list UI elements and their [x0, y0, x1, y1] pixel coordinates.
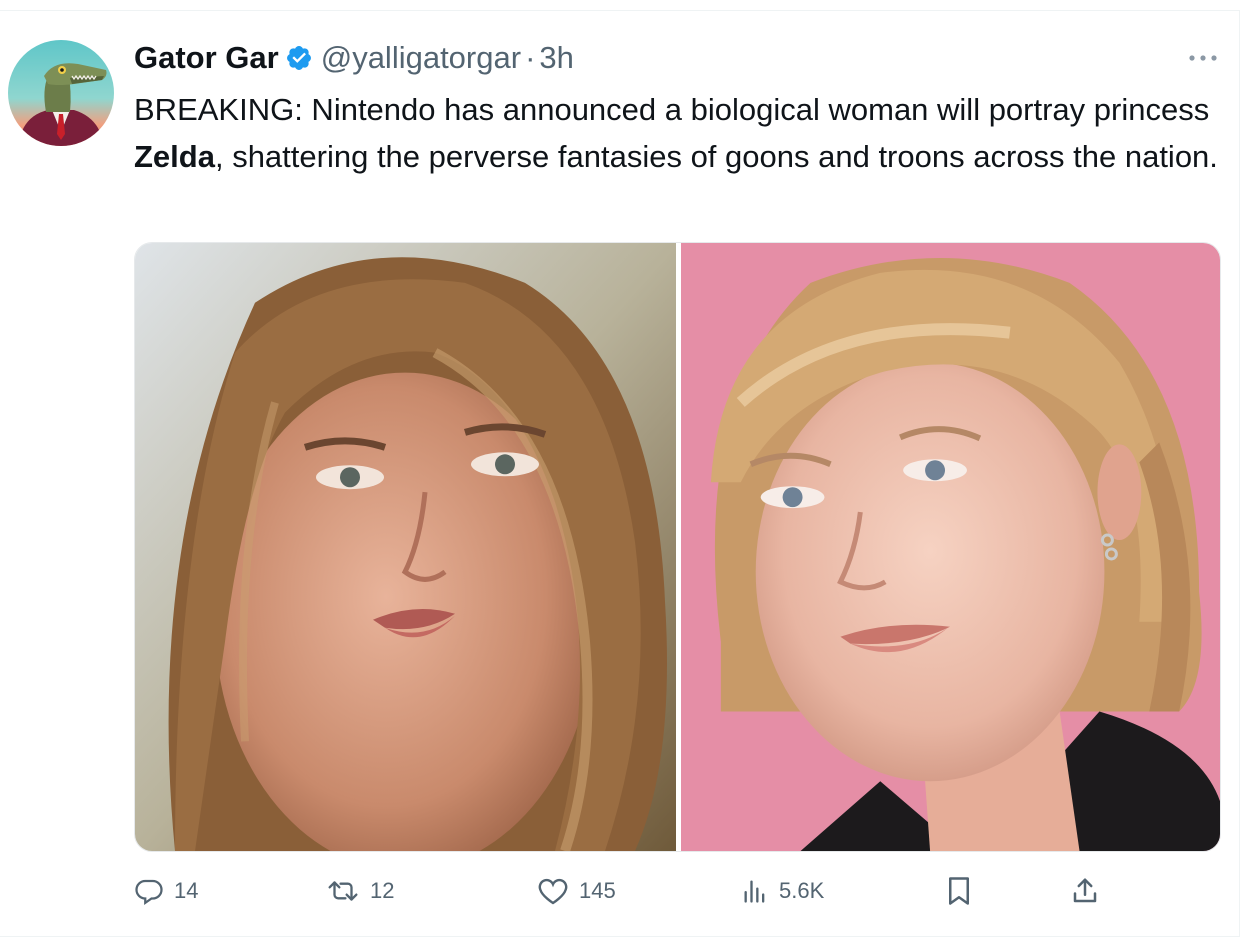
photo-right[interactable] [681, 243, 1220, 851]
tweet-actions: 14 12 145 5.6K [0, 866, 1251, 916]
reply-icon [134, 876, 164, 906]
tweet-text-part1: BREAKING: Nintendo has announced a biolo… [134, 92, 1210, 127]
author-display-name[interactable]: Gator Gar [134, 40, 279, 76]
verified-badge-icon[interactable] [285, 44, 313, 72]
repost-count: 12 [370, 878, 395, 903]
alligator-in-suit-avatar-icon [8, 40, 114, 146]
repost-button[interactable]: 12 [326, 866, 394, 916]
right-divider [1239, 10, 1240, 937]
media-grid [134, 242, 1221, 852]
views-count: 5.6K [779, 878, 825, 903]
tweet-text-part2: , shattering the perverse fantasies of g… [214, 139, 1218, 174]
repost-icon [326, 876, 360, 906]
share-button[interactable] [1070, 866, 1100, 916]
top-divider [0, 10, 1240, 11]
author-handle[interactable]: @yalligatorgar [321, 40, 521, 76]
photo-left[interactable] [135, 243, 676, 851]
author-avatar[interactable] [8, 40, 114, 146]
more-options-icon[interactable] [1183, 44, 1223, 72]
reply-count: 14 [174, 878, 199, 903]
header-separator: · [525, 40, 536, 75]
portrait-photo-icon [135, 243, 676, 851]
tweet-text: BREAKING: Nintendo has announced a biolo… [134, 86, 1224, 180]
portrait-photo-icon [681, 243, 1220, 851]
tweet-text-bold: Zelda [134, 139, 215, 174]
bookmark-button[interactable] [946, 866, 972, 916]
like-count: 145 [579, 878, 616, 903]
share-icon [1070, 876, 1100, 906]
bottom-divider [0, 936, 1240, 937]
bookmark-icon [946, 876, 972, 906]
like-button[interactable]: 145 [537, 866, 616, 916]
tweet-timestamp[interactable]: 3h [539, 40, 573, 76]
views-chart-icon [741, 877, 769, 905]
tweet-header: Gator Gar @yalligatorgar · 3h [134, 36, 574, 80]
views-button[interactable]: 5.6K [741, 866, 824, 916]
reply-button[interactable]: 14 [134, 866, 198, 916]
heart-icon [537, 876, 569, 906]
